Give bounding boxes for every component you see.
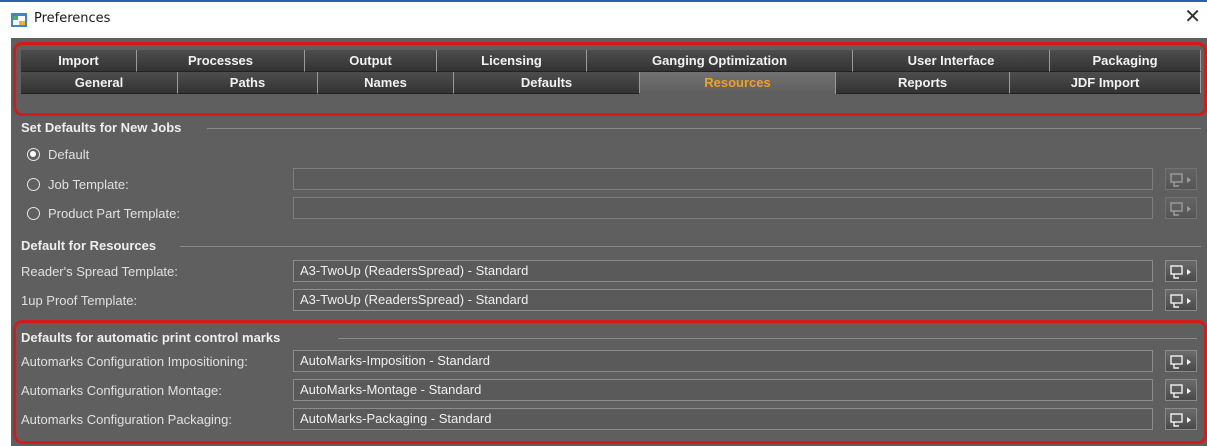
product-part-template-label: Product Part Template:: [48, 206, 180, 221]
default-radio-label: Default: [48, 147, 90, 162]
close-icon[interactable]: ✕: [1184, 7, 1201, 27]
automarks-impositioning-browse-button[interactable]: [1165, 350, 1197, 372]
section-divider: [207, 128, 1201, 129]
browse-select-icon: [1170, 384, 1191, 398]
readers-spread-template-field[interactable]: A3-TwoUp (ReadersSpread) - Standard: [293, 260, 1153, 282]
product-part-template-browse-button[interactable]: [1165, 197, 1197, 219]
browse-select-icon: [1170, 173, 1191, 187]
tab-row-2: General Paths Names Defaults Resources R…: [21, 72, 1201, 94]
window-title: Preferences: [34, 11, 111, 26]
tab-output[interactable]: Output: [305, 50, 437, 72]
job-template-label: Job Template:: [48, 177, 129, 192]
product-part-template-radio[interactable]: [27, 207, 40, 220]
browse-select-icon: [1170, 355, 1191, 369]
tab-processes[interactable]: Processes: [137, 50, 305, 72]
tab-packaging[interactable]: Packaging: [1050, 50, 1201, 72]
tab-licensing[interactable]: Licensing: [437, 50, 587, 72]
tab-reports[interactable]: Reports: [836, 72, 1010, 94]
tab-ganging-optimization[interactable]: Ganging Optimization: [587, 50, 853, 72]
tab-paths[interactable]: Paths: [178, 72, 318, 94]
browse-select-icon: [1170, 294, 1191, 308]
readers-spread-template-browse-button[interactable]: [1165, 260, 1197, 282]
product-part-template-field[interactable]: [293, 197, 1153, 219]
new-jobs-heading: Set Defaults for New Jobs: [21, 120, 182, 135]
tab-defaults[interactable]: Defaults: [454, 72, 640, 94]
preferences-app-icon: [11, 13, 27, 27]
automarks-montage-browse-button[interactable]: [1165, 379, 1197, 401]
tab-user-interface[interactable]: User Interface: [853, 50, 1050, 72]
readers-spread-template-label: Reader's Spread Template:: [21, 264, 178, 279]
browse-select-icon: [1170, 202, 1191, 216]
browse-select-icon: [1170, 265, 1191, 279]
tab-import[interactable]: Import: [21, 50, 137, 72]
tab-row-1: Import Processes Output Licensing Gangin…: [21, 50, 1201, 72]
resources-heading: Default for Resources: [21, 238, 157, 253]
automarks-packaging-field[interactable]: AutoMarks-Packaging - Standard: [293, 408, 1153, 430]
default-radio[interactable]: [27, 148, 40, 161]
automarks-montage-field[interactable]: AutoMarks-Montage - Standard: [293, 379, 1153, 401]
section-divider: [338, 338, 1197, 339]
tab-general[interactable]: General: [21, 72, 178, 94]
automarks-montage-label: Automarks Configuration Montage:: [21, 383, 222, 398]
tab-jdf-import[interactable]: JDF Import: [1010, 72, 1201, 94]
tab-resources[interactable]: Resources: [640, 72, 836, 94]
automarks-heading: Defaults for automatic print control mar…: [21, 330, 281, 345]
1up-proof-template-browse-button[interactable]: [1165, 289, 1197, 311]
automarks-impositioning-label: Automarks Configuration Impositioning:: [21, 354, 248, 369]
automarks-packaging-label: Automarks Configuration Packaging:: [21, 412, 233, 427]
title-bar: Preferences ✕: [0, 0, 1207, 38]
job-template-field[interactable]: [293, 168, 1153, 190]
automarks-packaging-browse-button[interactable]: [1165, 408, 1197, 430]
automarks-impositioning-field[interactable]: AutoMarks-Imposition - Standard: [293, 350, 1153, 372]
browse-select-icon: [1170, 413, 1191, 427]
section-divider: [180, 246, 1201, 247]
1up-proof-template-field[interactable]: A3-TwoUp (ReadersSpread) - Standard: [293, 289, 1153, 311]
job-template-browse-button[interactable]: [1165, 168, 1197, 190]
tab-names[interactable]: Names: [318, 72, 454, 94]
1up-proof-template-label: 1up Proof Template:: [21, 293, 138, 308]
job-template-radio[interactable]: [27, 178, 40, 191]
tab-bar: Import Processes Output Licensing Gangin…: [21, 50, 1201, 94]
preferences-panel: Import Processes Output Licensing Gangin…: [11, 38, 1207, 446]
